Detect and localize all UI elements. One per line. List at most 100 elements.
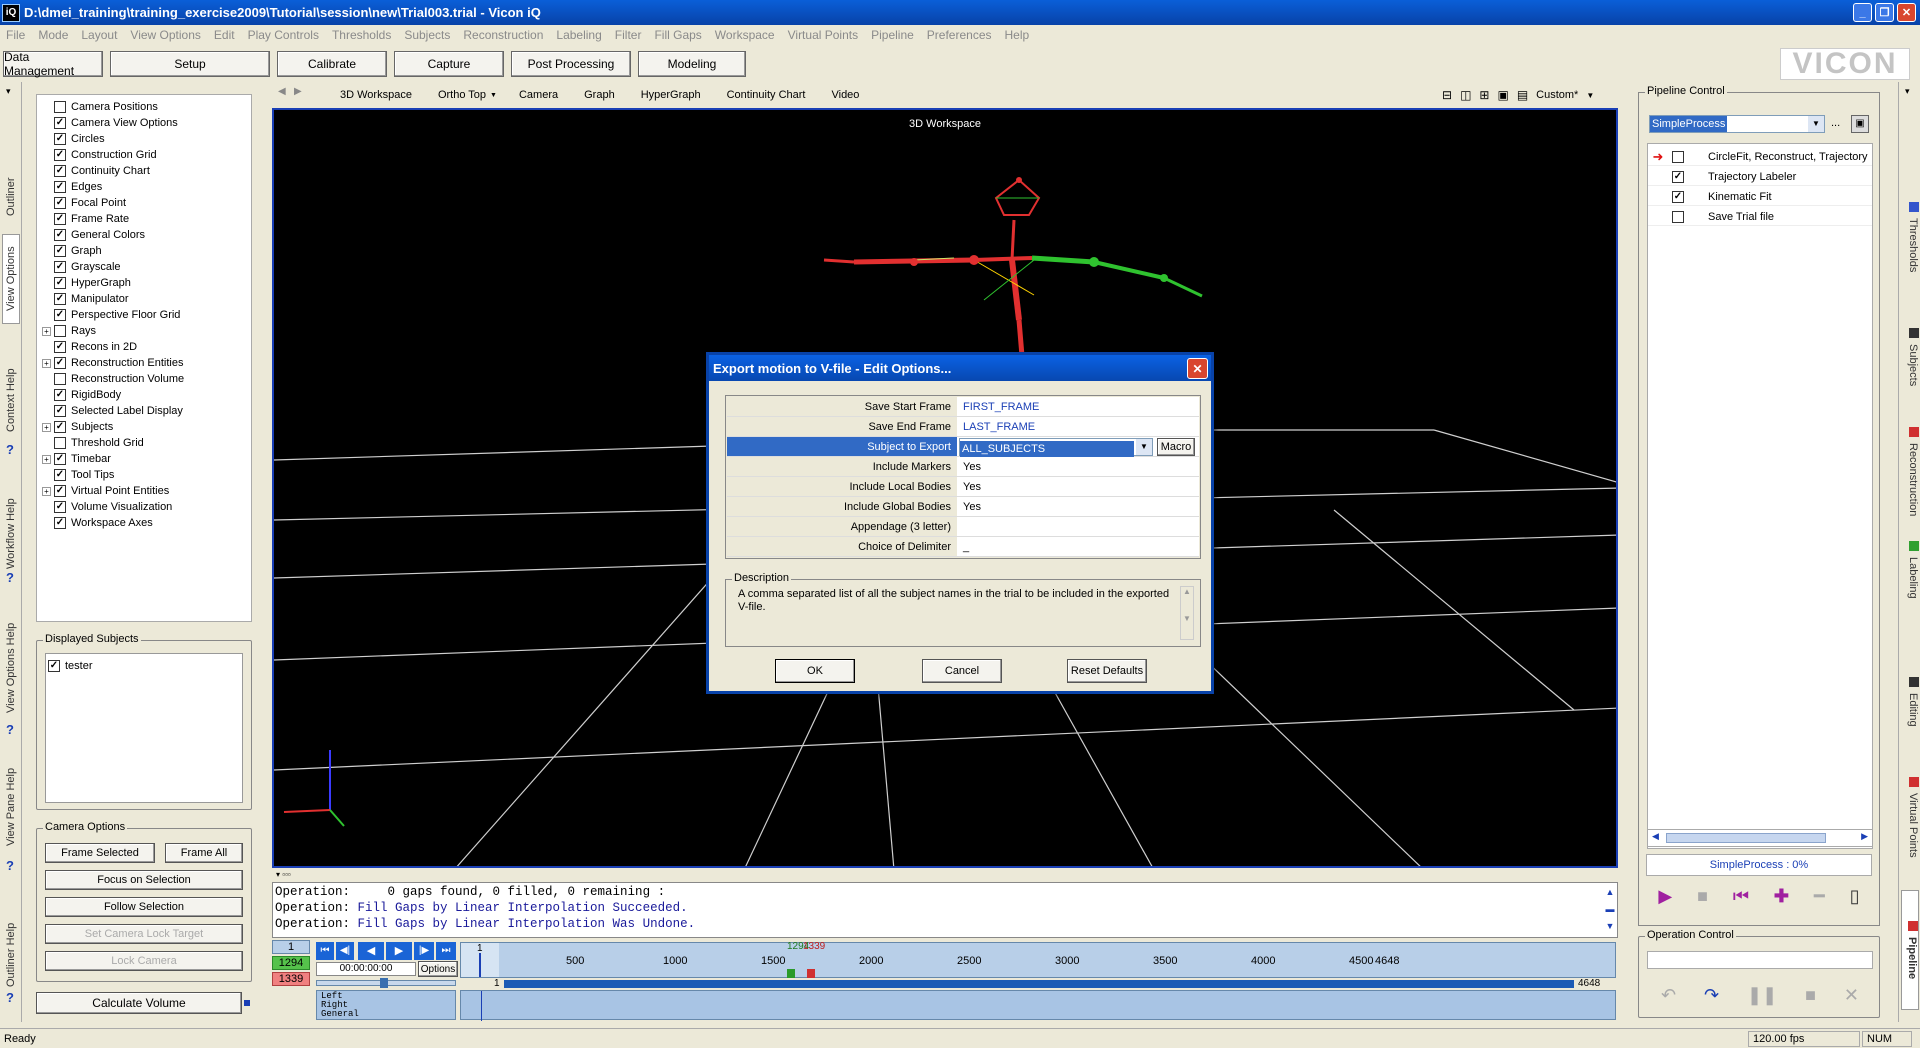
option-row-include-local-bodies[interactable]: Include Local Bodies Yes: [727, 477, 1199, 497]
track-area[interactable]: [460, 990, 1616, 1021]
tree-checkbox[interactable]: ✓: [54, 197, 66, 209]
cancel-button[interactable]: Cancel: [922, 659, 1002, 683]
minimize-button[interactable]: _: [1853, 3, 1872, 22]
tree-item[interactable]: ✓ Circles: [37, 131, 105, 147]
chevron-down-icon[interactable]: ▼: [1808, 116, 1824, 132]
chevron-down-icon[interactable]: ▼: [490, 92, 497, 99]
pipeline-step[interactable]: ✓ Kinematic Fit: [1648, 188, 1872, 206]
rewind-pipeline-icon[interactable]: ⏮: [1733, 886, 1749, 907]
tree-item[interactable]: ✓ Graph: [37, 243, 102, 259]
tree-item[interactable]: ✓ Tool Tips: [37, 467, 114, 483]
view-tab-camera[interactable]: Camera: [519, 89, 558, 101]
clear-pipeline-icon[interactable]: ▯: [1850, 886, 1860, 907]
tree-item[interactable]: Camera Positions: [37, 99, 158, 115]
option-row-choice-of-delimiter[interactable]: Choice of Delimiter _: [727, 537, 1199, 557]
tree-item[interactable]: + Rays: [37, 323, 96, 339]
tree-checkbox[interactable]: ✓: [54, 213, 66, 225]
remove-step-icon[interactable]: ━: [1814, 886, 1825, 907]
description-scrollbar[interactable]: ▲ ▼: [1180, 586, 1194, 640]
tree-item[interactable]: ✓ Workspace Axes: [37, 515, 153, 531]
menu-subjects[interactable]: Subjects: [404, 28, 450, 42]
option-value[interactable]: LAST_FRAME: [957, 417, 1199, 436]
help-icon[interactable]: ?: [6, 990, 14, 1005]
pause-icon[interactable]: ❚❚: [1747, 985, 1777, 1006]
tree-item[interactable]: ✓ General Colors: [37, 227, 145, 243]
tree-checkbox[interactable]: ✓: [54, 485, 66, 497]
nav-arrows-icon[interactable]: ◀ ▶: [278, 86, 302, 97]
menu-virtual-points[interactable]: Virtual Points: [788, 28, 858, 42]
menu-edit[interactable]: Edit: [214, 28, 235, 42]
tree-checkbox[interactable]: ✓: [54, 133, 66, 145]
menu-reconstruction[interactable]: Reconstruction: [463, 28, 543, 42]
option-row-include-global-bodies[interactable]: Include Global Bodies Yes: [727, 497, 1199, 517]
menu-layout[interactable]: Layout: [81, 28, 117, 42]
option-row-include-markers[interactable]: Include Markers Yes: [727, 457, 1199, 477]
timeline[interactable]: 1 1294 1339 500 1000 1500 2000 2500 3000 3500 4…: [460, 941, 1616, 978]
option-value[interactable]: Yes: [957, 457, 1199, 476]
step-forward-icon[interactable]: |▶: [414, 942, 434, 960]
go-to-end-icon[interactable]: ⏭: [436, 942, 456, 960]
tree-item[interactable]: Threshold Grid: [37, 435, 144, 451]
mode-setup-button[interactable]: Setup: [110, 51, 270, 77]
tab-workflow-help[interactable]: Workflow Help: [2, 496, 20, 572]
tree-item[interactable]: ✓ Selected Label Display: [37, 403, 183, 419]
menu-thresholds[interactable]: Thresholds: [332, 28, 391, 42]
end-marker[interactable]: [807, 969, 815, 978]
go-to-start-icon[interactable]: ⏮: [316, 942, 334, 960]
option-row-subject-to-export[interactable]: Subject to Export ALL_SUBJECTS ▼ Macro: [727, 437, 1199, 457]
view-tab-ortho-top[interactable]: Ortho Top: [438, 89, 486, 101]
redo-icon[interactable]: ↷: [1704, 985, 1719, 1006]
view-tab-continuity-chart[interactable]: Continuity Chart: [727, 89, 806, 101]
tree-checkbox[interactable]: ✓: [54, 245, 66, 257]
close-button[interactable]: ✕: [1897, 3, 1916, 22]
tab-view-pane-help[interactable]: View Pane Help: [2, 762, 20, 852]
tree-checkbox[interactable]: ✓: [54, 421, 66, 433]
tree-checkbox[interactable]: ✓: [54, 389, 66, 401]
current-frame[interactable]: 1: [272, 940, 310, 954]
view-tab-video[interactable]: Video: [831, 89, 859, 101]
help-icon[interactable]: ?: [6, 722, 14, 737]
layout-name[interactable]: Custom*: [1536, 89, 1578, 101]
option-value[interactable]: _: [957, 537, 1199, 556]
panel-menu-icon[interactable]: ▾: [6, 86, 11, 97]
menu-labeling[interactable]: Labeling: [556, 28, 601, 42]
pipeline-select[interactable]: SimpleProcess ▼: [1649, 115, 1825, 133]
tree-item[interactable]: ✓ Volume Visualization: [37, 499, 172, 515]
focus-selection-button[interactable]: Focus on Selection: [45, 870, 243, 890]
tree-checkbox[interactable]: [54, 325, 66, 337]
scroll-thumb[interactable]: [1666, 833, 1826, 843]
expand-icon[interactable]: +: [42, 358, 51, 368]
console-scrollbar[interactable]: ▲ ▬ ▼: [1604, 884, 1616, 936]
tree-item[interactable]: ✓ Frame Rate: [37, 211, 129, 227]
chevron-down-icon[interactable]: ▼: [1136, 439, 1152, 455]
cancel-operation-icon[interactable]: ✕: [1844, 985, 1859, 1006]
option-value[interactable]: Yes: [957, 477, 1199, 496]
expand-icon[interactable]: +: [42, 454, 51, 464]
add-step-icon[interactable]: ✚: [1774, 886, 1789, 907]
view-tab-hypergraph[interactable]: HyperGraph: [641, 89, 701, 101]
follow-selection-button[interactable]: Follow Selection: [45, 897, 243, 917]
pipeline-step-checkbox[interactable]: [1672, 210, 1684, 223]
dialog-close-button[interactable]: ✕: [1187, 358, 1208, 379]
tree-item[interactable]: ✓ Construction Grid: [37, 147, 157, 163]
tab-view-options[interactable]: View Options: [2, 234, 20, 324]
tree-checkbox[interactable]: ✓: [54, 517, 66, 529]
tab-outliner-help[interactable]: Outliner Help: [2, 922, 20, 988]
tree-checkbox[interactable]: ✓: [54, 165, 66, 177]
reset-defaults-button[interactable]: Reset Defaults: [1067, 659, 1147, 683]
macro-button[interactable]: Macro: [1157, 438, 1195, 456]
tree-checkbox[interactable]: ✓: [54, 149, 66, 161]
speed-slider-handle[interactable]: [380, 978, 388, 988]
expand-icon[interactable]: +: [42, 422, 51, 432]
tree-checkbox[interactable]: ✓: [54, 357, 66, 369]
tree-item[interactable]: ✓ Camera View Options: [37, 115, 178, 131]
option-row-save-start-frame[interactable]: Save Start Frame FIRST_FRAME: [727, 397, 1199, 417]
tree-item[interactable]: + ✓ Timebar: [37, 451, 111, 467]
tree-checkbox[interactable]: ✓: [54, 405, 66, 417]
pipeline-step[interactable]: ➜ CircleFit, Reconstruct, Trajectory: [1648, 148, 1872, 166]
tree-checkbox[interactable]: ✓: [54, 277, 66, 289]
option-value[interactable]: ALL_SUBJECTS ▼ Macro: [957, 437, 1199, 457]
tree-item[interactable]: ✓ Continuity Chart: [37, 163, 150, 179]
option-value[interactable]: [957, 517, 1199, 536]
mode-modeling-button[interactable]: Modeling: [638, 51, 746, 77]
